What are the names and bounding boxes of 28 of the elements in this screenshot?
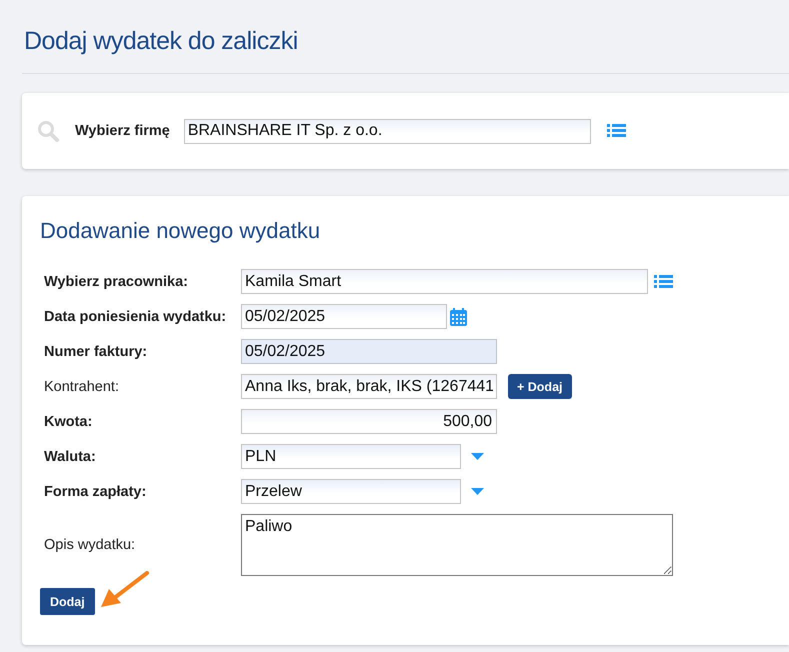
list-icon[interactable] — [654, 274, 673, 288]
text-field[interactable]: 500,00 — [241, 409, 497, 434]
caret-icon[interactable] — [471, 488, 484, 496]
field-label: Kontrahent: — [43, 378, 120, 394]
field-label: Data poniesienia wydatku: — [43, 308, 228, 324]
dropdown-field[interactable]: PLN — [241, 444, 461, 469]
field-label: Waluta: — [43, 448, 97, 464]
text-field[interactable]: Kamila Smart — [241, 269, 648, 294]
text-field[interactable]: Anna Iks, brak, brak, IKS (1267441 — [241, 374, 497, 399]
list-icon[interactable] — [606, 124, 626, 138]
dropdown-field[interactable]: Przelew — [241, 479, 461, 504]
submit-button[interactable]: Dodaj — [40, 588, 95, 615]
text-field[interactable]: 05/02/2025 — [241, 304, 447, 329]
company-field[interactable]: BRAINSHARE IT Sp. z o.o. — [184, 118, 591, 144]
page-title: Dodaj wydatek do zaliczki — [22, 0, 789, 74]
field-label: Wybierz pracownika: — [43, 274, 189, 290]
form-title: Dodawanie nowego wydatku — [40, 218, 322, 244]
field-label: Kwota: — [43, 414, 94, 430]
search-icon — [37, 120, 59, 142]
text-field[interactable]: 05/02/2025 — [241, 339, 497, 364]
caret-icon[interactable] — [471, 452, 484, 460]
add-contractor-button[interactable]: + Dodaj — [508, 374, 572, 399]
description-field[interactable]: Paliwo — [241, 514, 673, 576]
field-label: Numer faktury: — [43, 344, 148, 360]
field-label: Opis wydatku: — [43, 537, 136, 553]
calendar-icon[interactable] — [450, 308, 467, 326]
company-label: Wybierz firmę — [75, 123, 170, 139]
field-label: Forma zapłaty: — [43, 484, 148, 500]
